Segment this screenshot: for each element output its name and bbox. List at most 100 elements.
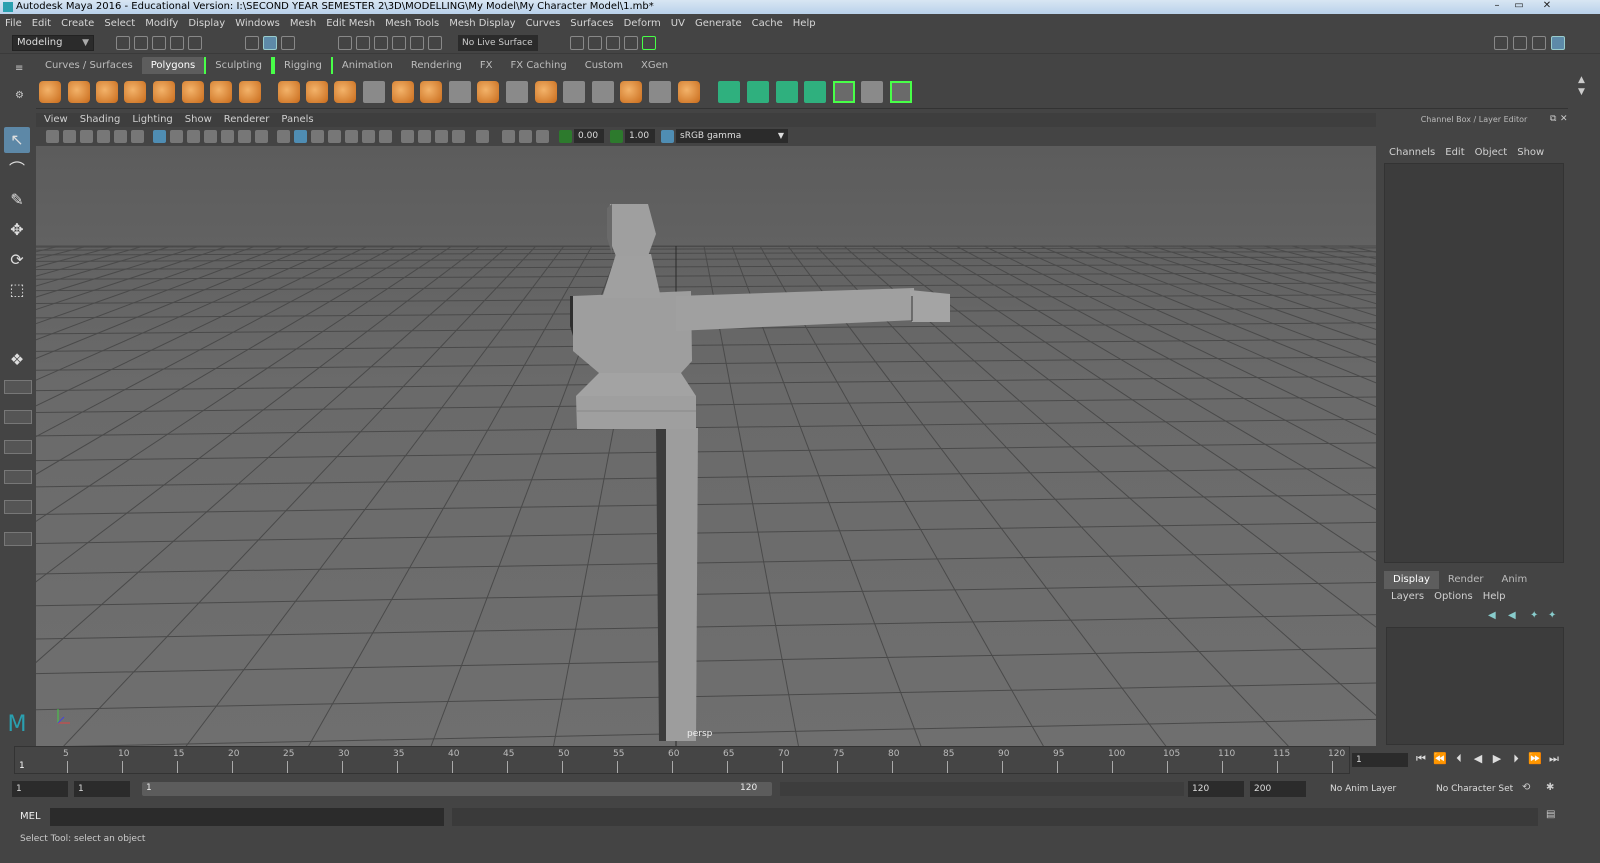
append-polygon-icon[interactable]	[506, 81, 528, 103]
grid-toggle-icon[interactable]	[153, 130, 166, 143]
current-frame-field[interactable]: 1	[1352, 753, 1408, 767]
bridge-icon[interactable]	[477, 81, 499, 103]
minimize-button[interactable]: –	[1486, 0, 1508, 13]
poly-cube-icon[interactable]	[68, 81, 90, 103]
isolate-select-icon[interactable]	[476, 130, 489, 143]
script-editor-icon[interactable]: ▤	[1546, 809, 1555, 820]
shelf-tab-custom[interactable]: Custom	[576, 57, 632, 74]
attribute-editor-icon[interactable]	[1513, 36, 1527, 50]
gamma-icon[interactable]	[610, 130, 623, 143]
combine-icon[interactable]	[278, 81, 300, 103]
safe-title-icon[interactable]	[255, 130, 268, 143]
shelf-tab-rendering[interactable]: Rendering	[402, 57, 471, 74]
xray-joints-icon[interactable]	[519, 130, 532, 143]
use-all-lights-icon[interactable]	[362, 130, 375, 143]
shelf-settings-icon[interactable]: ⚙	[15, 90, 24, 101]
film-gate-icon[interactable]	[170, 130, 183, 143]
poly-pyramid-icon[interactable]	[210, 81, 232, 103]
menu-mesh-tools[interactable]: Mesh Tools	[380, 15, 444, 32]
snap-projected-center-icon[interactable]	[392, 36, 406, 50]
snap-curve-icon[interactable]	[356, 36, 370, 50]
maximize-button[interactable]: ▭	[1508, 0, 1530, 13]
object-menu[interactable]: Object	[1470, 147, 1513, 158]
shelf-tab-polygons[interactable]: Polygons	[141, 57, 205, 74]
xray-components-icon[interactable]	[536, 130, 549, 143]
menu-modify[interactable]: Modify	[140, 15, 183, 32]
scale-tool-icon[interactable]: ⬚	[4, 277, 30, 303]
channel-list[interactable]	[1384, 163, 1564, 563]
textured-icon[interactable]	[345, 130, 358, 143]
panel-menu-renderer[interactable]: Renderer	[218, 113, 276, 127]
select-tool-icon[interactable]: ↖	[4, 127, 30, 153]
poly-cone-icon[interactable]	[124, 81, 146, 103]
float-panel-icon[interactable]: ⧉	[1550, 114, 1556, 124]
select-camera-icon[interactable]	[46, 130, 59, 143]
panel-menu-lighting[interactable]: Lighting	[126, 113, 178, 127]
bookmarks-icon[interactable]	[80, 130, 93, 143]
hypershade-icon[interactable]	[642, 36, 656, 50]
undo-icon[interactable]	[170, 36, 184, 50]
play-backwards-icon[interactable]: ◀	[1471, 752, 1485, 766]
move-tool-icon[interactable]: ✥	[4, 217, 30, 243]
make-live-icon[interactable]	[428, 36, 442, 50]
menu-display[interactable]: Display	[183, 15, 230, 32]
field-chart-icon[interactable]	[221, 130, 234, 143]
shelf-tab-fx[interactable]: FX	[471, 57, 502, 74]
layers-menu[interactable]: Layers	[1386, 591, 1429, 602]
shelf-tab-animation[interactable]: Animation	[333, 57, 402, 74]
render-settings-icon[interactable]	[570, 36, 584, 50]
lasso-tool-icon[interactable]: ⌒	[4, 157, 30, 183]
animation-preferences-icon[interactable]: ✱	[1546, 782, 1554, 793]
layer-tab-render[interactable]: Render	[1439, 571, 1493, 589]
ipr-render-icon[interactable]	[606, 36, 620, 50]
snap-point-icon[interactable]	[374, 36, 388, 50]
options-menu[interactable]: Options	[1429, 591, 1478, 602]
wireframe-icon[interactable]	[277, 130, 290, 143]
planar-mapping-icon[interactable]	[718, 81, 740, 103]
snap-grid-icon[interactable]	[338, 36, 352, 50]
menu-generate[interactable]: Generate	[690, 15, 747, 32]
menu-curves[interactable]: Curves	[521, 15, 566, 32]
show-menu[interactable]: Show	[1512, 147, 1549, 158]
merge-icon[interactable]	[620, 81, 642, 103]
menu-edit-mesh[interactable]: Edit Mesh	[321, 15, 380, 32]
redo-icon[interactable]	[188, 36, 202, 50]
animation-end-field[interactable]: 200	[1250, 781, 1306, 797]
close-panel-icon[interactable]: ✕	[1560, 114, 1568, 124]
menu-create[interactable]: Create	[56, 15, 99, 32]
grease-pencil-icon[interactable]	[131, 130, 144, 143]
scroll-down-icon[interactable]: ▼	[1578, 87, 1585, 97]
range-slider[interactable]: 1 120	[142, 782, 772, 796]
depth-of-field-icon[interactable]	[452, 130, 465, 143]
poly-pipe-icon[interactable]	[239, 81, 261, 103]
select-by-component-icon[interactable]	[281, 36, 295, 50]
scroll-up-icon[interactable]: ▲	[1578, 75, 1585, 85]
layer-tab-anim[interactable]: Anim	[1492, 571, 1536, 589]
render-view-icon[interactable]	[624, 36, 638, 50]
open-scene-icon[interactable]	[134, 36, 148, 50]
menu-surfaces[interactable]: Surfaces	[565, 15, 618, 32]
layout-persp-outliner-icon[interactable]	[4, 440, 32, 454]
layout-custom-icon[interactable]	[4, 532, 32, 546]
shelf-tab-fx-caching[interactable]: FX Caching	[502, 57, 576, 74]
menu-deform[interactable]: Deform	[619, 15, 666, 32]
step-forward-key-icon[interactable]: ⏵	[1509, 752, 1523, 766]
exposure-field[interactable]: 0.00	[574, 129, 604, 143]
shelf-tab-xgen[interactable]: XGen	[632, 57, 677, 74]
menu-help[interactable]: Help	[788, 15, 821, 32]
use-default-material-icon[interactable]	[311, 130, 324, 143]
shelf-tab-sculpting[interactable]: Sculpting	[204, 57, 273, 74]
layout-outliner-icon[interactable]	[4, 500, 32, 514]
time-slider[interactable]: 1 5 10 15 20 25 30 35 40 45 50 55 60 65 70 75 80 85 90 95 1…	[14, 746, 1350, 774]
new-scene-icon[interactable]	[116, 36, 130, 50]
menu-cache[interactable]: Cache	[747, 15, 788, 32]
automatic-mapping-icon[interactable]	[804, 81, 826, 103]
gate-mask-icon[interactable]	[204, 130, 217, 143]
play-forwards-icon[interactable]: ▶	[1490, 752, 1504, 766]
poly-torus-icon[interactable]	[182, 81, 204, 103]
resolution-gate-icon[interactable]	[187, 130, 200, 143]
uv-editor-icon[interactable]	[833, 81, 855, 103]
anti-aliasing-icon[interactable]	[435, 130, 448, 143]
live-surface-field[interactable]: No Live Surface	[458, 35, 538, 51]
playback-end-field[interactable]: 120	[1188, 781, 1244, 797]
